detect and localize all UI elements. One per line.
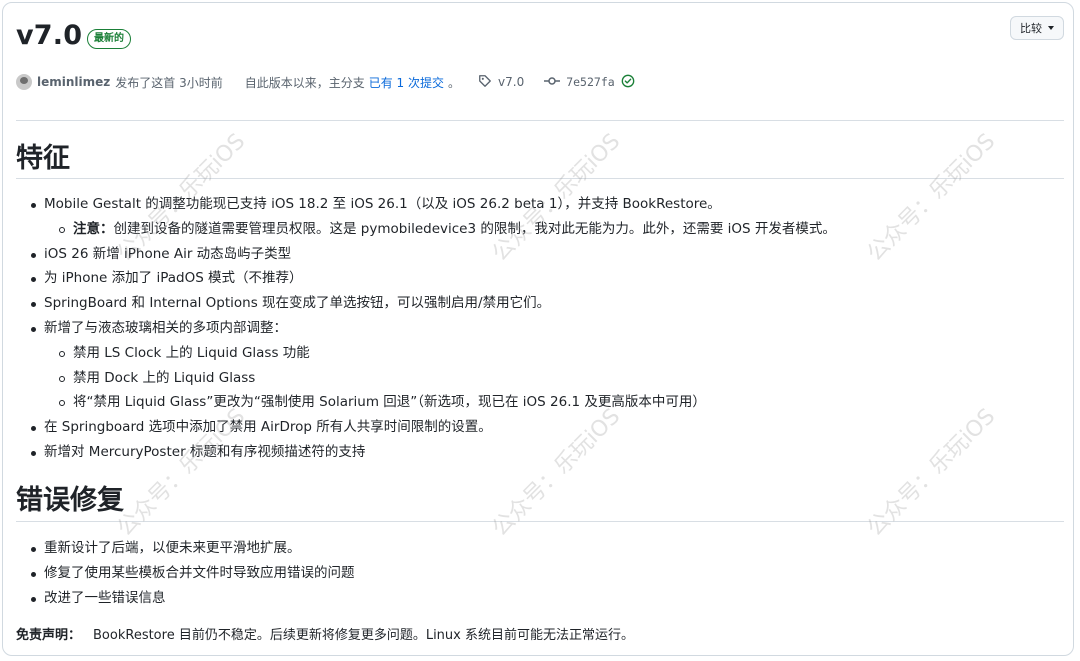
heading-divider <box>16 521 1064 522</box>
author-link[interactable]: leminlimez <box>37 75 110 89</box>
commit-icon <box>544 74 561 91</box>
list-item: 新增对 MercuryPoster 标题和有序视频描述符的支持 <box>16 440 836 465</box>
published-text: 发布了这首 3小时前 <box>115 75 223 90</box>
list-item: 重新设计了后端，以便未来更平滑地扩展。 <box>16 536 355 561</box>
since-text: 自此版本以来，主分支 <box>244 75 365 90</box>
list-subitem: 注意：创建到设备的隧道需要管理员权限。这是 pymobiledevice3 的限… <box>16 217 836 242</box>
commits-link[interactable]: 已有 1 次提交 <box>369 74 444 91</box>
list-item: 改进了一些错误信息 <box>16 586 355 611</box>
chevron-down-icon <box>1048 26 1054 30</box>
list-subitem: 禁用 Dock 上的 Liquid Glass <box>16 366 836 391</box>
compare-label: 比较 <box>1020 22 1042 35</box>
note-label: 注意： <box>73 220 114 237</box>
list-item: SpringBoard 和 Internal Options 现在变成了单选按钮… <box>16 291 836 316</box>
features-heading: 特征 <box>16 143 70 174</box>
avatar[interactable] <box>16 74 32 90</box>
features-list: Mobile Gestalt 的调整功能现已支持 iOS 18.2 至 iOS … <box>16 192 836 465</box>
note-text: 创建到设备的隧道需要管理员权限。这是 pymobiledevice3 的限制，我… <box>113 220 836 237</box>
compare-button[interactable]: 比较 <box>1010 16 1064 40</box>
list-subitem: 将“禁用 Liquid Glass”更改为“强制使用 Solarium 回退”（… <box>16 390 836 415</box>
period-text: 。 <box>448 75 461 90</box>
disclaimer-text: BookRestore 目前仍不稳定。后续更新将修复更多问题。Linux 系统目… <box>93 628 634 643</box>
list-item: Mobile Gestalt 的调整功能现已支持 iOS 18.2 至 iOS … <box>16 192 836 217</box>
release-title[interactable]: v7.0 <box>16 20 82 51</box>
tag-icon <box>478 74 492 91</box>
commit-hash-link[interactable]: 7e527fa <box>566 75 614 89</box>
latest-badge: 最新的 <box>87 29 131 49</box>
list-item: 在 Springboard 选项中添加了禁用 AirDrop 所有人共享时间限制… <box>16 415 836 440</box>
disclaimer-label: 免责声明： <box>16 628 82 643</box>
list-subitem: 禁用 LS Clock 上的 Liquid Glass 功能 <box>16 341 836 366</box>
list-item: 新增了与液态玻璃相关的多项内部调整： <box>16 316 836 341</box>
list-item: iOS 26 新增 iPhone Air 动态岛屿子类型 <box>16 242 836 267</box>
list-item: 为 iPhone 添加了 iPadOS 模式（不推荐） <box>16 266 836 291</box>
tag-link[interactable]: v7.0 <box>498 75 524 89</box>
verified-check-icon[interactable] <box>621 74 635 91</box>
list-item: 修复了使用某些模板合并文件时导致应用错误的问题 <box>16 561 355 586</box>
bugfix-heading: 错误修复 <box>16 485 124 516</box>
bugfix-list: 重新设计了后端，以便未来更平滑地扩展。 修复了使用某些模板合并文件时导致应用错误… <box>16 536 355 610</box>
heading-divider <box>16 178 1064 179</box>
divider <box>16 120 1064 121</box>
disclaimer: 免责声明： BookRestore 目前仍不稳定。后续更新将修复更多问题。Linu… <box>16 624 634 643</box>
release-meta: leminlimez 发布了这首 3小时前 自此版本以来，主分支 已有 1 次提… <box>16 73 635 91</box>
